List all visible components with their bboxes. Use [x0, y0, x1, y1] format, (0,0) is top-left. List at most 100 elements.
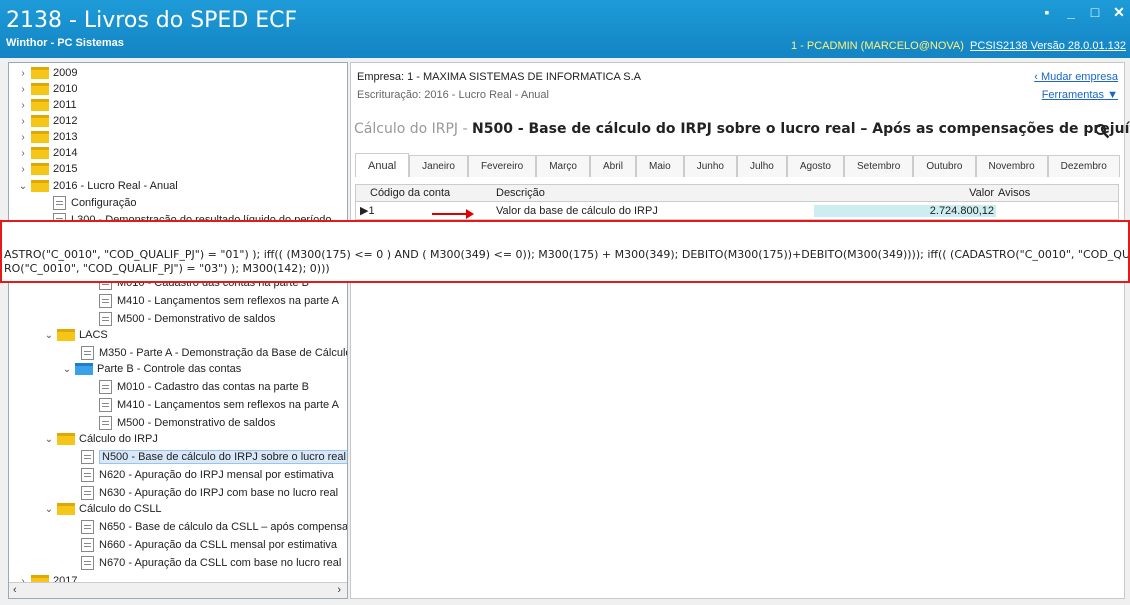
tree-item[interactable]: M500 - Demonstrativo de saldos — [99, 311, 275, 327]
column-header[interactable]: Código da conta — [356, 187, 496, 199]
ferramentas-label: Ferramentas — [1041, 89, 1105, 101]
tree-item[interactable]: N660 - Apuração da CSLL mensal por estim… — [81, 537, 337, 553]
user-name[interactable]: 1 - PCADMIN (MARCELO@NOVA) — [791, 40, 964, 52]
folder-icon — [31, 147, 49, 159]
tree-item[interactable]: N670 - Apuração da CSLL com base no lucr… — [81, 555, 341, 571]
tree-item[interactable]: M010 - Cadastro das contas na parte B — [99, 379, 309, 395]
document-icon — [99, 380, 112, 394]
tree-label: M500 - Demonstrativo de saldos — [117, 313, 276, 325]
annotation-arrow-icon — [432, 209, 474, 219]
folder-icon — [31, 67, 49, 79]
chevron-right-icon[interactable]: › — [17, 132, 29, 143]
minimize-icon[interactable]: _ — [1064, 4, 1078, 21]
tab-agosto[interactable]: Agosto — [786, 155, 844, 177]
document-icon — [81, 486, 94, 500]
chevron-right-icon[interactable]: › — [17, 148, 29, 159]
folder-icon — [57, 329, 75, 341]
tab-julho[interactable]: Julho — [736, 155, 787, 177]
tree-label: 2010 — [53, 83, 78, 95]
valor-cell[interactable]: 2.724.800,12 — [814, 204, 996, 217]
scroll-left-icon[interactable]: ‹ — [13, 584, 17, 596]
title-main: N500 - Base de cálculo do IRPJ sobre o l… — [472, 121, 1130, 137]
tree-item[interactable]: M410 - Lançamentos sem reflexos na parte… — [99, 397, 339, 413]
tree-year-2013[interactable]: › 2013 — [17, 129, 77, 145]
tree-year-2016[interactable]: ⌄ 2016 - Lucro Real - Anual — [17, 178, 178, 194]
tree-year-2009[interactable]: › 2009 — [17, 65, 77, 81]
chevron-right-icon[interactable]: › — [17, 84, 29, 95]
main-panel: Empresa: 1 - MAXIMA SISTEMAS DE INFORMAT… — [350, 62, 1130, 599]
chevron-down-icon[interactable]: ⌄ — [17, 181, 29, 192]
chevron-right-icon[interactable]: › — [17, 164, 29, 175]
tab-abril[interactable]: Abril — [590, 155, 637, 177]
tree-year-2010[interactable]: › 2010 — [17, 81, 77, 97]
tree-label: Cálculo do CSLL — [79, 503, 162, 515]
chevron-down-icon[interactable]: ⌄ — [43, 434, 55, 445]
tree-item[interactable]: M500 - Demonstrativo de saldos — [99, 415, 275, 431]
tree-group-irpj[interactable]: ⌄ Cálculo do IRPJ — [43, 431, 158, 447]
tree-item[interactable]: N620 - Apuração do IRPJ mensal por estim… — [81, 467, 334, 483]
tree-config[interactable]: Configuração — [53, 195, 136, 211]
document-icon — [81, 556, 94, 570]
chevron-down-icon[interactable]: ⌄ — [61, 364, 73, 375]
codigo-cell: ▶1 — [356, 204, 496, 217]
column-header[interactable]: Valor — [814, 187, 996, 199]
tree-label: Cálculo do IRPJ — [79, 433, 158, 445]
mudar-empresa-label: Mudar empresa — [1040, 71, 1118, 83]
tree-group-parte-b[interactable]: ⌄ Parte B - Controle das contas — [61, 361, 241, 377]
document-icon — [99, 416, 112, 430]
tab-maio[interactable]: Maio — [636, 155, 684, 177]
tree-label: M350 - Parte A - Demonstração da Base de… — [99, 347, 348, 359]
tree-panel: › 2009 › 2010 › 2011 › 2012 › 2013 › 2014 › 201… — [8, 62, 348, 599]
user-info: 1 - PCADMIN (MARCELO@NOVA) PCSIS2138 Ver… — [791, 40, 1126, 52]
tab-anual[interactable]: Anual — [355, 153, 410, 177]
tree-label: N650 - Base de cálculo da CSLL – após co… — [99, 521, 348, 533]
tree-group-csll[interactable]: ⌄ Cálculo do CSLL — [43, 501, 162, 517]
tree-year-2015[interactable]: › 2015 — [17, 161, 77, 177]
tree-item[interactable]: M350 - Parte A - Demonstração da Base de… — [81, 345, 348, 361]
tab-outubro[interactable]: Outubro — [913, 155, 976, 177]
tree-label: Parte B - Controle das contas — [97, 363, 242, 375]
tree-label: N670 - Apuração da CSLL com base no lucr… — [99, 557, 342, 569]
tab-janeiro[interactable]: Janeiro — [409, 155, 468, 177]
tree-label: Configuração — [71, 197, 137, 209]
folder-icon — [31, 115, 49, 127]
restore-icon[interactable]: ▪ — [1040, 4, 1054, 21]
search-icon[interactable] — [1094, 123, 1110, 139]
empresa-label: Empresa: 1 - MAXIMA SISTEMAS DE INFORMAT… — [357, 71, 642, 83]
codigo-value: 1 — [368, 205, 375, 217]
chevron-down-icon[interactable]: ⌄ — [43, 330, 55, 341]
tree-year-2014[interactable]: › 2014 — [17, 145, 77, 161]
tree-item[interactable]: M410 - Lançamentos sem reflexos na parte… — [99, 293, 339, 309]
tree-group-lacs[interactable]: ⌄ LACS — [43, 327, 108, 343]
ferramentas-link[interactable]: Ferramentas ▼ — [1042, 89, 1118, 101]
tree-label: LACS — [79, 329, 108, 341]
tree-item[interactable]: N650 - Base de cálculo da CSLL – após co… — [81, 519, 348, 535]
mudar-empresa-link[interactable]: ‹ Mudar empresa — [1034, 71, 1118, 83]
folder-icon — [31, 131, 49, 143]
tab-junho[interactable]: Junho — [683, 155, 737, 177]
chevron-right-icon[interactable]: › — [17, 116, 29, 127]
tab-marco[interactable]: Março — [536, 155, 590, 177]
tab-fevereiro[interactable]: Fevereiro — [467, 155, 537, 177]
version-info: PCSIS2138 Versão 28.0.01.132 — [970, 40, 1126, 52]
tree-year-2012[interactable]: › 2012 — [17, 113, 77, 129]
tree-item-n500[interactable]: N500 - Base de cálculo do IRPJ sobre o l… — [81, 449, 347, 465]
scroll-right-icon[interactable]: › — [337, 584, 341, 596]
column-header[interactable]: Descrição — [496, 187, 814, 199]
title-bar: 2138 - Livros do SPED ECF Winthor - PC S… — [0, 0, 1130, 58]
tab-dezembro[interactable]: Dezembro — [1047, 155, 1120, 177]
tab-setembro[interactable]: Setembro — [844, 155, 914, 177]
window-controls: ▪ _ □ ✕ — [1040, 4, 1126, 21]
tree-year-2011[interactable]: › 2011 — [17, 97, 77, 113]
horizontal-scrollbar[interactable]: ‹ › — [9, 582, 347, 598]
tree-item[interactable]: N630 - Apuração do IRPJ com base no lucr… — [81, 485, 338, 501]
folder-icon — [31, 83, 49, 95]
close-icon[interactable]: ✕ — [1112, 4, 1126, 21]
column-header[interactable]: Avisos — [996, 187, 1116, 199]
tree-label: N630 - Apuração do IRPJ com base no lucr… — [99, 487, 339, 499]
maximize-icon[interactable]: □ — [1088, 4, 1102, 21]
chevron-right-icon[interactable]: › — [17, 68, 29, 79]
chevron-right-icon[interactable]: › — [17, 100, 29, 111]
tab-novembro[interactable]: Novembro — [975, 155, 1048, 177]
chevron-down-icon[interactable]: ⌄ — [43, 504, 55, 515]
